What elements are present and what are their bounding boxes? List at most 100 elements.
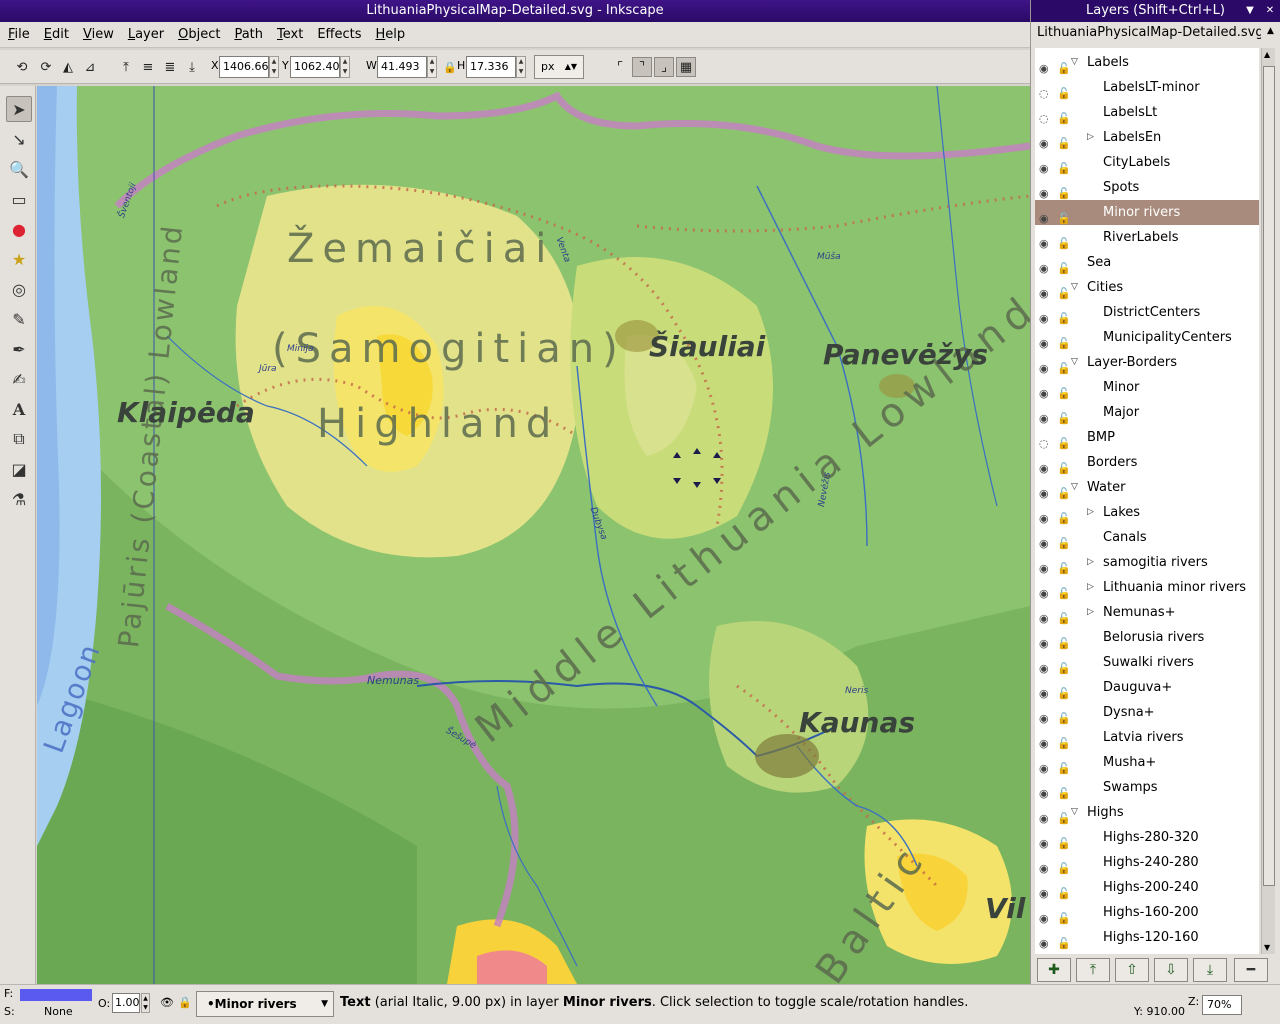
raise-to-top-icon[interactable]: ⤒ <box>116 57 136 77</box>
add-layer-button[interactable]: ✚ <box>1037 958 1071 982</box>
layer-row[interactable]: ◉ 🔓 Spots <box>1035 175 1259 200</box>
w-field[interactable]: 41.493 <box>377 56 427 78</box>
lower-icon[interactable]: ≣ <box>160 57 180 77</box>
scroll-up-icon[interactable]: ▲ <box>1267 26 1274 36</box>
node-tool-icon[interactable]: ↘ <box>6 126 32 152</box>
w-spin[interactable]: ▲ ▼ <box>427 56 437 78</box>
h-spin[interactable]: ▲ ▼ <box>516 56 526 78</box>
layer-row[interactable]: ◉ 🔓 ▽ Cities <box>1035 275 1259 300</box>
layer-row[interactable]: ◌ 🔓 BMP <box>1035 425 1259 450</box>
layer-row[interactable]: ◌ 🔓 LabelsLt <box>1035 100 1259 125</box>
raise-layer-button[interactable]: ⇧ <box>1115 958 1149 982</box>
expanded-triangle-icon[interactable]: ▽ <box>1071 275 1078 300</box>
move-patterns-icon[interactable]: ▦ <box>676 57 696 77</box>
collapsed-triangle-icon[interactable]: ▷ <box>1087 125 1094 150</box>
zoom-field[interactable]: 70% <box>1202 995 1242 1015</box>
scroll-down-arrow-icon[interactable]: ▼ <box>1264 943 1270 952</box>
layer-visibility-icon[interactable]: 👁 <box>160 996 174 1009</box>
lower-layer-to-bottom-button[interactable]: ⤓ <box>1193 958 1227 982</box>
current-layer-select[interactable]: •Minor rivers ▼ <box>196 991 334 1017</box>
opacity-field[interactable]: 1.00 <box>112 993 140 1013</box>
close-icon[interactable]: ✕ <box>1261 0 1279 22</box>
menu-file[interactable]: File <box>8 27 30 42</box>
units-select[interactable]: px ▲▼ <box>534 55 584 79</box>
x-spin[interactable]: ▲ ▼ <box>269 56 279 78</box>
rotate-ccw-icon[interactable]: ⟲ <box>12 57 32 77</box>
ellipse-tool-icon[interactable]: ● <box>6 216 32 242</box>
collapsed-triangle-icon[interactable]: ▷ <box>1087 575 1094 600</box>
layer-row[interactable]: ◉ 🔓 Highs-120-160 <box>1035 925 1259 950</box>
opacity-spin[interactable]: ▲ ▼ <box>141 993 150 1013</box>
menu-effects[interactable]: Effects <box>317 27 361 42</box>
collapsed-triangle-icon[interactable]: ▷ <box>1087 600 1094 625</box>
layer-row[interactable]: ◉ 🔓 Highs-280-320 <box>1035 825 1259 850</box>
h-field[interactable]: 17.336 <box>466 56 516 78</box>
x-field[interactable]: 1406.661 <box>219 56 276 78</box>
menu-text[interactable]: Text <box>277 27 303 42</box>
layer-row[interactable]: ◉ 🔓 Belorusia rivers <box>1035 625 1259 650</box>
text-tool-icon[interactable]: A <box>6 396 32 422</box>
layer-row[interactable]: ◉ 🔓 Highs-240-280 <box>1035 850 1259 875</box>
lower-to-bottom-icon[interactable]: ⤓ <box>182 57 202 77</box>
panel-collapse-icon[interactable]: ▼ <box>1241 0 1259 22</box>
layer-row[interactable]: ◉ 🔓 ▷ Lakes <box>1035 500 1259 525</box>
collapsed-triangle-icon[interactable]: ▷ <box>1087 500 1094 525</box>
menu-edit[interactable]: Edit <box>44 27 69 42</box>
gradient-tool-icon[interactable]: ◪ <box>6 456 32 482</box>
raise-icon[interactable]: ≡ <box>138 57 158 77</box>
menu-object[interactable]: Object <box>178 27 220 42</box>
pen-tool-icon[interactable]: ✒ <box>6 336 32 362</box>
y-field[interactable]: 1062.407 <box>290 56 347 78</box>
layer-row[interactable]: ◉ 🔓 ▽ Layer-Borders <box>1035 350 1259 375</box>
layer-row[interactable]: ◉ 🔓 Latvia rivers <box>1035 725 1259 750</box>
layer-row[interactable]: ◉ 🔓 Highs-200-240 <box>1035 875 1259 900</box>
scale-corners-icon[interactable]: ⌝ <box>632 57 652 77</box>
expanded-triangle-icon[interactable]: ▽ <box>1071 50 1078 75</box>
selector-tool-icon[interactable]: ➤ <box>6 96 32 122</box>
pencil-tool-icon[interactable]: ✎ <box>6 306 32 332</box>
layer-row[interactable]: ◉ 🔓 ▽ Water <box>1035 475 1259 500</box>
y-spin[interactable]: ▲ ▼ <box>340 56 350 78</box>
layer-lock-icon[interactable]: 🔒 <box>178 996 192 1009</box>
layer-row[interactable]: ◉ 🔓 Minor <box>1035 375 1259 400</box>
layer-row[interactable]: ◉ 🔓 ▷ Lithuania minor rivers <box>1035 575 1259 600</box>
layer-row[interactable]: ◉ 🔓 Suwalki rivers <box>1035 650 1259 675</box>
unlock-icon[interactable]: 🔓 <box>1057 931 1071 954</box>
fill-swatch[interactable] <box>20 989 92 1001</box>
menu-layer[interactable]: Layer <box>128 27 164 42</box>
layer-row[interactable]: ◉ 🔓 Minor rivers <box>1035 200 1259 225</box>
zoom-tool-icon[interactable]: 🔍 <box>6 156 32 182</box>
layer-row[interactable]: ◉ 🔓 Sea <box>1035 250 1259 275</box>
layer-row[interactable]: ◉ 🔓 Musha+ <box>1035 750 1259 775</box>
layer-row[interactable]: ◉ 🔓 ▷ LabelsEn <box>1035 125 1259 150</box>
expanded-triangle-icon[interactable]: ▽ <box>1071 475 1078 500</box>
stroke-value[interactable]: None <box>44 1005 73 1018</box>
flip-horizontal-icon[interactable]: ◭ <box>58 57 78 77</box>
layer-row[interactable]: ◉ 🔓 Swamps <box>1035 775 1259 800</box>
collapsed-triangle-icon[interactable]: ▷ <box>1087 550 1094 575</box>
layer-row[interactable]: ◉ 🔓 Highs-160-200 <box>1035 900 1259 925</box>
layer-row[interactable]: ◉ 🔓 CityLabels <box>1035 150 1259 175</box>
layer-row[interactable]: ◌ 🔓 LabelsLT-minor <box>1035 75 1259 100</box>
menu-view[interactable]: View <box>83 27 114 42</box>
scale-stroke-icon[interactable]: ⌜ <box>610 57 630 77</box>
spiral-tool-icon[interactable]: ◎ <box>6 276 32 302</box>
expanded-triangle-icon[interactable]: ▽ <box>1071 350 1078 375</box>
delete-layer-button[interactable]: ━ <box>1234 958 1268 982</box>
layer-row[interactable]: ◉ 🔓 RiverLabels <box>1035 225 1259 250</box>
raise-layer-to-top-button[interactable]: ⤒ <box>1076 958 1110 982</box>
layer-row[interactable]: ◉ 🔓 ▷ Nemunas+ <box>1035 600 1259 625</box>
drawing-canvas[interactable]: Žemaičiai (Samogitian) Highland Middle L… <box>37 86 1030 984</box>
expanded-triangle-icon[interactable]: ▽ <box>1071 800 1078 825</box>
star-tool-icon[interactable]: ★ <box>6 246 32 272</box>
layer-row[interactable]: ◉ 🔓 ▷ samogitia rivers <box>1035 550 1259 575</box>
dropper-tool-icon[interactable]: ⚗ <box>6 486 32 512</box>
layer-row[interactable]: ◉ 🔓 Dauguva+ <box>1035 675 1259 700</box>
layer-list-scrollbar[interactable]: ▲ ▼ <box>1261 48 1275 954</box>
rotate-cw-icon[interactable]: ⟳ <box>36 57 56 77</box>
connector-tool-icon[interactable]: ⧉ <box>6 426 32 452</box>
layer-row[interactable]: ◉ 🔓 Canals <box>1035 525 1259 550</box>
layer-row[interactable]: ◉ 🔓 Major <box>1035 400 1259 425</box>
scrollbar-thumb[interactable] <box>1263 66 1275 886</box>
calligraphy-tool-icon[interactable]: ✍ <box>6 366 32 392</box>
